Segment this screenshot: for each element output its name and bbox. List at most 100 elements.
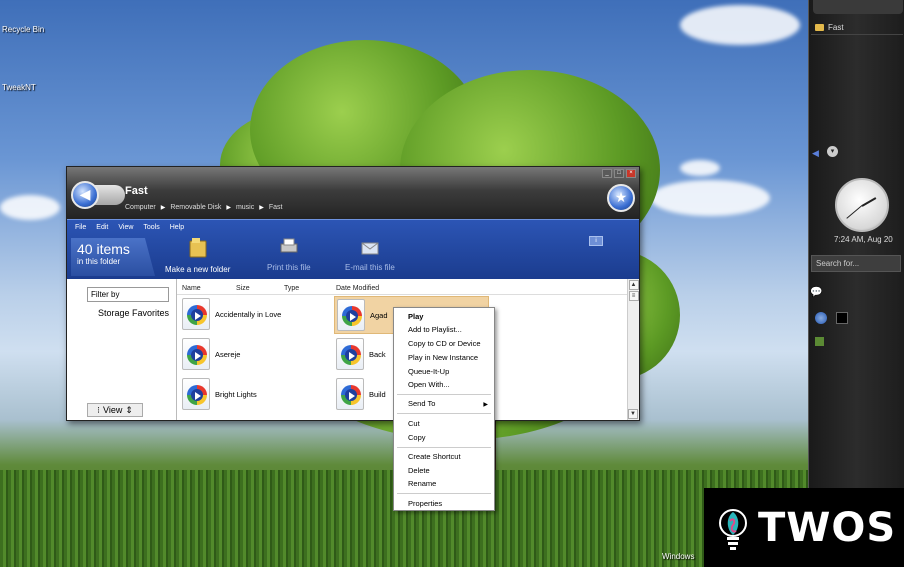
email-file-label: E-mail this file bbox=[345, 263, 395, 272]
menu-separator bbox=[397, 447, 491, 448]
crumb-computer[interactable]: Computer bbox=[125, 204, 156, 211]
left-pane: Filter by Storage Favorites ⁝ View ⇕ bbox=[67, 279, 177, 420]
email-file-button[interactable]: E-mail this file bbox=[345, 237, 395, 272]
menu-separator bbox=[397, 394, 491, 395]
view-button-label: View bbox=[102, 405, 123, 415]
title-bar: ◀ Fast Computer ▶ Removable Disk ▶ music… bbox=[67, 167, 639, 219]
menu-item-play-new-instance[interactable]: Play in New Instance bbox=[408, 353, 478, 362]
file-item[interactable]: Build bbox=[336, 378, 386, 410]
file-item[interactable]: Accidentally in Love bbox=[182, 298, 281, 330]
submenu-arrow-icon: ▶ bbox=[483, 402, 488, 408]
windows-label: Windows bbox=[662, 552, 695, 561]
file-item[interactable]: Bright Lights bbox=[182, 378, 257, 410]
sidebar: Fast bbox=[808, 0, 904, 567]
menu-file[interactable]: File bbox=[75, 224, 86, 231]
file-item[interactable]: Back bbox=[336, 338, 386, 370]
menu-item-open-with[interactable]: Open With... bbox=[408, 380, 450, 389]
menu-item-queue-it-up[interactable]: Queue-It-Up bbox=[408, 367, 449, 376]
crumb-music[interactable]: music bbox=[236, 204, 254, 211]
small-app-icon[interactable] bbox=[815, 337, 824, 346]
file-name: Agad bbox=[370, 310, 388, 320]
items-count: 40 items bbox=[77, 241, 130, 257]
column-date[interactable]: Date Modified bbox=[336, 285, 379, 292]
column-name[interactable]: Name bbox=[182, 285, 201, 292]
menu-bar: File Edit View Tools Help bbox=[75, 224, 184, 231]
crumb-removable-disk[interactable]: Removable Disk bbox=[170, 204, 221, 211]
sidebar-folder-item[interactable]: Fast bbox=[811, 21, 903, 35]
menu-item-copy-to-cd[interactable]: Copy to CD or Device bbox=[408, 339, 481, 348]
view-mode-icon: ⁝ bbox=[97, 404, 100, 415]
vertical-scrollbar[interactable]: ▲ ≡ ▼ bbox=[627, 279, 639, 420]
sidebar-search-input[interactable]: Search for... bbox=[811, 255, 901, 272]
make-new-folder-label: Make a new folder bbox=[165, 265, 231, 274]
crumb-fast[interactable]: Fast bbox=[269, 204, 283, 211]
chat-icon[interactable]: 💬 bbox=[810, 287, 826, 301]
lightbulb-icon bbox=[719, 508, 747, 550]
chevron-down-icon[interactable]: ▾ bbox=[827, 146, 838, 157]
scroll-thumb[interactable]: ≡ bbox=[628, 291, 639, 301]
menu-item-rename[interactable]: Rename bbox=[408, 479, 436, 488]
menu-item-delete[interactable]: Delete bbox=[408, 466, 430, 475]
tweaknt-label[interactable]: TweakNT bbox=[2, 83, 36, 92]
black-square-icon[interactable] bbox=[836, 312, 848, 324]
menu-separator bbox=[397, 413, 491, 414]
sidebar-top-bar bbox=[813, 0, 903, 14]
menu-help[interactable]: Help bbox=[170, 224, 184, 231]
items-count-badge: 40 items in this folder bbox=[71, 238, 155, 276]
explorer-window: ◀ Fast Computer ▶ Removable Disk ▶ music… bbox=[66, 166, 640, 421]
clock-gadget bbox=[835, 178, 889, 232]
menu-item-send-to[interactable]: Send To bbox=[408, 399, 435, 408]
menu-item-copy[interactable]: Copy bbox=[408, 433, 426, 442]
menu-item-add-to-playlist[interactable]: Add to Playlist... bbox=[408, 325, 462, 334]
file-name: Build bbox=[369, 389, 386, 399]
globe-icon[interactable] bbox=[815, 312, 827, 324]
twos-watermark: TWOS bbox=[704, 488, 904, 567]
folder-icon bbox=[815, 24, 824, 31]
breadcrumb: Computer ▶ Removable Disk ▶ music ▶ Fast bbox=[125, 204, 282, 211]
menu-edit[interactable]: Edit bbox=[96, 224, 108, 231]
menu-item-cut[interactable]: Cut bbox=[408, 419, 420, 428]
command-bar: File Edit View Tools Help 40 items in th… bbox=[67, 219, 639, 279]
file-name: Accidentally in Love bbox=[215, 309, 282, 319]
make-new-folder-button[interactable]: Make a new folder bbox=[165, 237, 230, 274]
column-headers: Name Size Type Date Modified bbox=[177, 284, 627, 295]
filter-input[interactable]: Filter by bbox=[87, 287, 169, 302]
print-file-button[interactable]: Print this file bbox=[267, 237, 311, 272]
new-folder-icon bbox=[189, 238, 207, 258]
media-file-icon bbox=[182, 338, 210, 370]
storage-favorites[interactable]: Storage Favorites bbox=[98, 308, 169, 318]
media-file-icon bbox=[336, 378, 364, 410]
context-menu: Play Add to Playlist... Copy to CD or De… bbox=[393, 307, 495, 511]
file-name: Back bbox=[369, 349, 386, 359]
media-file-icon bbox=[336, 338, 364, 370]
minimize-icon[interactable]: _ bbox=[602, 169, 612, 178]
close-icon[interactable]: × bbox=[626, 169, 636, 178]
maximize-icon[interactable]: □ bbox=[614, 169, 624, 178]
info-icon[interactable]: i bbox=[589, 236, 603, 246]
menu-view[interactable]: View bbox=[118, 224, 133, 231]
file-item[interactable]: Asereje bbox=[182, 338, 240, 370]
clock-time: 7:24 AM, Aug 20 bbox=[834, 235, 893, 244]
menu-tools[interactable]: Tools bbox=[143, 224, 159, 231]
email-icon bbox=[361, 242, 379, 255]
column-type[interactable]: Type bbox=[284, 285, 299, 292]
view-stepper-icon: ⇕ bbox=[125, 404, 133, 415]
menu-separator bbox=[397, 493, 491, 494]
recycle-bin-label[interactable]: Recycle Bin bbox=[2, 25, 44, 34]
media-file-icon bbox=[182, 298, 210, 330]
star-icon[interactable]: ★ bbox=[607, 184, 635, 212]
crumb-separator-icon: ▶ bbox=[226, 205, 231, 211]
menu-item-play[interactable]: Play bbox=[408, 312, 423, 321]
menu-item-properties[interactable]: Properties bbox=[408, 499, 442, 508]
scroll-up-icon[interactable]: ▲ bbox=[628, 280, 639, 290]
arrow-icon[interactable]: ◀ bbox=[812, 148, 819, 159]
items-subtitle: in this folder bbox=[77, 257, 121, 266]
column-size[interactable]: Size bbox=[236, 285, 250, 292]
back-arrow-icon[interactable]: ◀ bbox=[71, 181, 99, 209]
view-button[interactable]: ⁝ View ⇕ bbox=[87, 403, 143, 417]
crumb-separator-icon: ▶ bbox=[259, 205, 264, 211]
brand-text: TWOS bbox=[758, 504, 897, 551]
scroll-down-icon[interactable]: ▼ bbox=[628, 409, 638, 419]
menu-item-create-shortcut[interactable]: Create Shortcut bbox=[408, 452, 461, 461]
media-file-icon bbox=[182, 378, 210, 410]
